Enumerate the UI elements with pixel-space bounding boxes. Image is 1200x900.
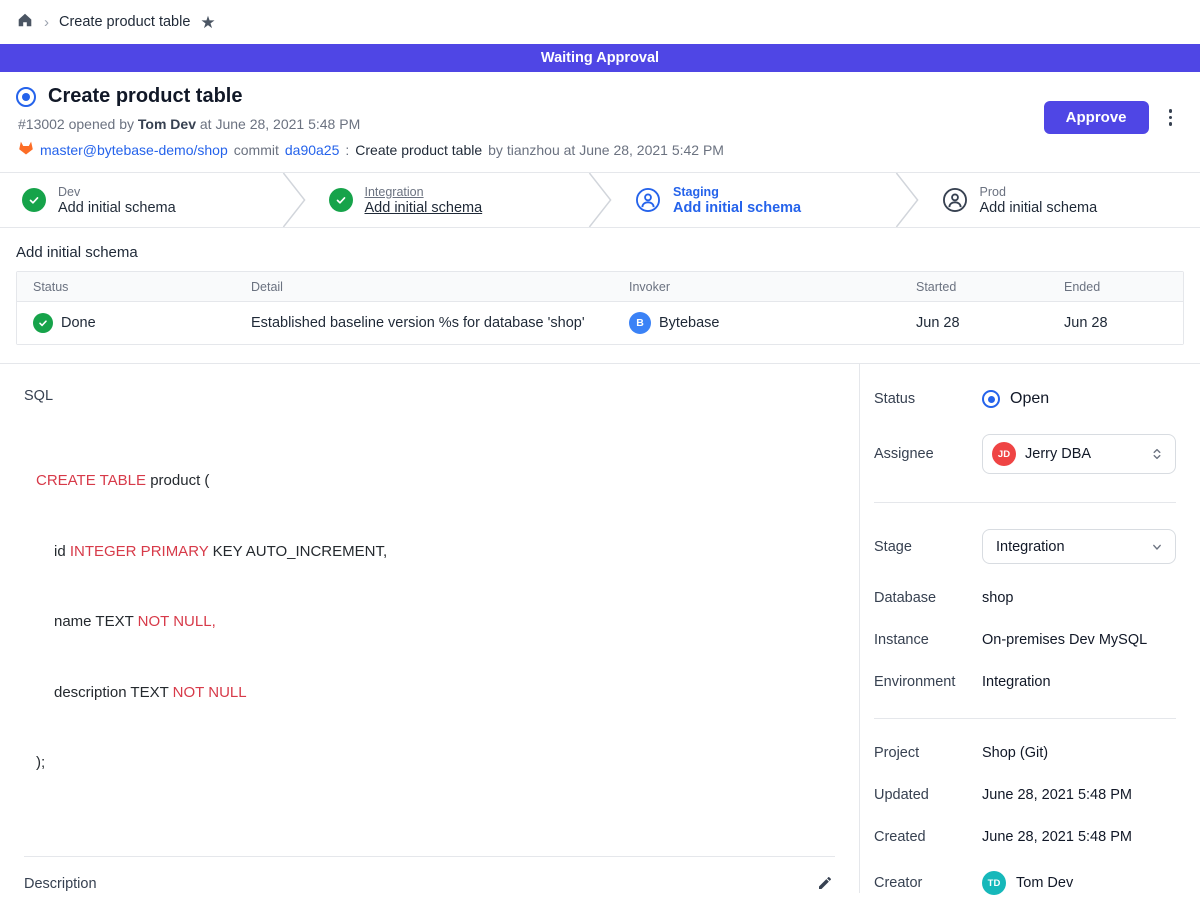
stage-label: Stage xyxy=(874,539,982,555)
updated-value: June 28, 2021 5:48 PM xyxy=(982,787,1132,803)
sql-line: id INTEGER PRIMARY KEY AUTO_INCREMENT, xyxy=(36,540,835,564)
status-banner: Waiting Approval xyxy=(0,44,1200,72)
created-value: June 28, 2021 5:48 PM xyxy=(982,829,1132,845)
creator-label: Creator xyxy=(874,875,982,891)
issue-header-left: Create product table #13002 opened by To… xyxy=(16,85,724,159)
environment-value: Integration xyxy=(982,674,1051,690)
more-options-icon[interactable] xyxy=(1165,105,1177,130)
favorite-star-icon[interactable]: ★ xyxy=(200,14,215,31)
page-title: Create product table xyxy=(48,85,242,108)
task-table: Status Detail Invoker Started Ended Done… xyxy=(16,271,1184,345)
open-status-icon xyxy=(982,390,1000,408)
stage-select[interactable]: Integration xyxy=(982,529,1176,564)
vcs-commit-hash-link[interactable]: da90a25 xyxy=(285,142,340,158)
main-split: SQL CREATE TABLE product ( id INTEGER PR… xyxy=(0,363,1200,893)
stage-done-check-icon xyxy=(329,188,353,212)
stage-separator-chevron xyxy=(281,173,307,227)
stage-done-check-icon xyxy=(22,188,46,212)
content-divider xyxy=(24,856,835,857)
instance-label: Instance xyxy=(874,632,982,648)
status-badge: Open xyxy=(982,390,1049,408)
breadcrumb-current[interactable]: Create product table xyxy=(59,14,190,30)
issue-header: Create product table #13002 opened by To… xyxy=(0,72,1200,172)
creator-avatar: TD xyxy=(982,871,1006,895)
creator-value: TD Tom Dev xyxy=(982,871,1073,895)
environment-label: Environment xyxy=(874,674,982,690)
issue-number: #13002 xyxy=(18,116,65,132)
task-invoker-cell: B Bytebase xyxy=(613,312,900,334)
pipeline-stage-bar: Dev Add initial schema Integration Add i… xyxy=(0,172,1200,228)
instance-value: On-premises Dev MySQL xyxy=(982,632,1147,648)
sql-line: ); xyxy=(36,751,835,775)
task-started-cell: Jun 28 xyxy=(900,315,1048,331)
status-banner-text: Waiting Approval xyxy=(541,50,659,66)
created-label: Created xyxy=(874,829,982,845)
sidebar-divider xyxy=(874,502,1176,503)
invoker-avatar: B xyxy=(629,312,651,334)
issue-open-icon xyxy=(16,87,36,107)
assignee-avatar: JD xyxy=(992,442,1016,466)
sidebar-divider xyxy=(874,718,1176,719)
task-section: Add initial schema Status Detail Invoker… xyxy=(0,228,1200,363)
issue-sidebar: Status Open Assignee JD Jerry DBA Stage … xyxy=(860,364,1200,893)
updated-label: Updated xyxy=(874,787,982,803)
project-label: Project xyxy=(874,745,982,761)
pipeline-stage-prod[interactable]: Prod Add initial schema xyxy=(920,173,1200,227)
gitlab-icon xyxy=(18,140,34,159)
database-label: Database xyxy=(874,590,982,606)
sql-line: CREATE TABLE product ( xyxy=(36,469,835,493)
task-heading: Add initial schema xyxy=(16,244,1184,261)
task-status-cell: Done xyxy=(17,313,235,333)
approve-button[interactable]: Approve xyxy=(1044,101,1149,134)
sql-code-block: CREATE TABLE product ( id INTEGER PRIMAR… xyxy=(36,422,835,822)
sql-line: name TEXT NOT NULL, xyxy=(36,610,835,634)
vcs-branch-link[interactable]: master@bytebase-demo/shop xyxy=(40,142,228,158)
pipeline-stage-staging[interactable]: Staging Add initial schema xyxy=(613,173,894,227)
stage-person-icon xyxy=(635,187,661,213)
updown-chevron-icon xyxy=(1149,446,1165,462)
assignee-select[interactable]: JD Jerry DBA xyxy=(982,434,1176,474)
breadcrumb-chevron-icon: › xyxy=(44,14,49,31)
edit-description-button[interactable] xyxy=(815,873,835,896)
pipeline-stage-integration[interactable]: Integration Add initial schema xyxy=(307,173,588,227)
chevron-down-icon xyxy=(1149,539,1165,555)
sql-line: description TEXT NOT NULL xyxy=(36,681,835,705)
issue-author: Tom Dev xyxy=(138,116,196,132)
breadcrumb: › Create product table ★ xyxy=(0,0,1200,44)
task-ended-cell: Jun 28 xyxy=(1048,315,1183,331)
description-label: Description xyxy=(24,876,97,892)
assignee-label: Assignee xyxy=(874,446,982,462)
content-column: SQL CREATE TABLE product ( id INTEGER PR… xyxy=(0,364,860,893)
issue-meta: #13002 opened by Tom Dev at June 28, 202… xyxy=(18,116,724,132)
vcs-commit-byline: by tianzhou at June 28, 2021 5:42 PM xyxy=(488,142,724,158)
sql-label: SQL xyxy=(24,388,835,404)
stage-separator-chevron xyxy=(587,173,613,227)
task-detail-cell: Established baseline version %s for data… xyxy=(235,315,613,331)
vcs-commit-row: master@bytebase-demo/shop commit da90a25… xyxy=(18,140,724,159)
vcs-commit-message: Create product table xyxy=(355,142,482,158)
task-table-header: Status Detail Invoker Started Ended xyxy=(17,272,1183,302)
table-row[interactable]: Done Established baseline version %s for… xyxy=(17,302,1183,344)
home-icon[interactable] xyxy=(16,11,34,34)
database-value: shop xyxy=(982,590,1013,606)
status-label: Status xyxy=(874,391,982,407)
task-done-check-icon xyxy=(33,313,53,333)
stage-person-icon xyxy=(942,187,968,213)
project-value[interactable]: Shop (Git) xyxy=(982,745,1048,761)
pipeline-stage-dev[interactable]: Dev Add initial schema xyxy=(0,173,281,227)
issue-header-actions: Approve xyxy=(1044,101,1176,134)
stage-separator-chevron xyxy=(894,173,920,227)
pencil-icon xyxy=(817,875,833,891)
